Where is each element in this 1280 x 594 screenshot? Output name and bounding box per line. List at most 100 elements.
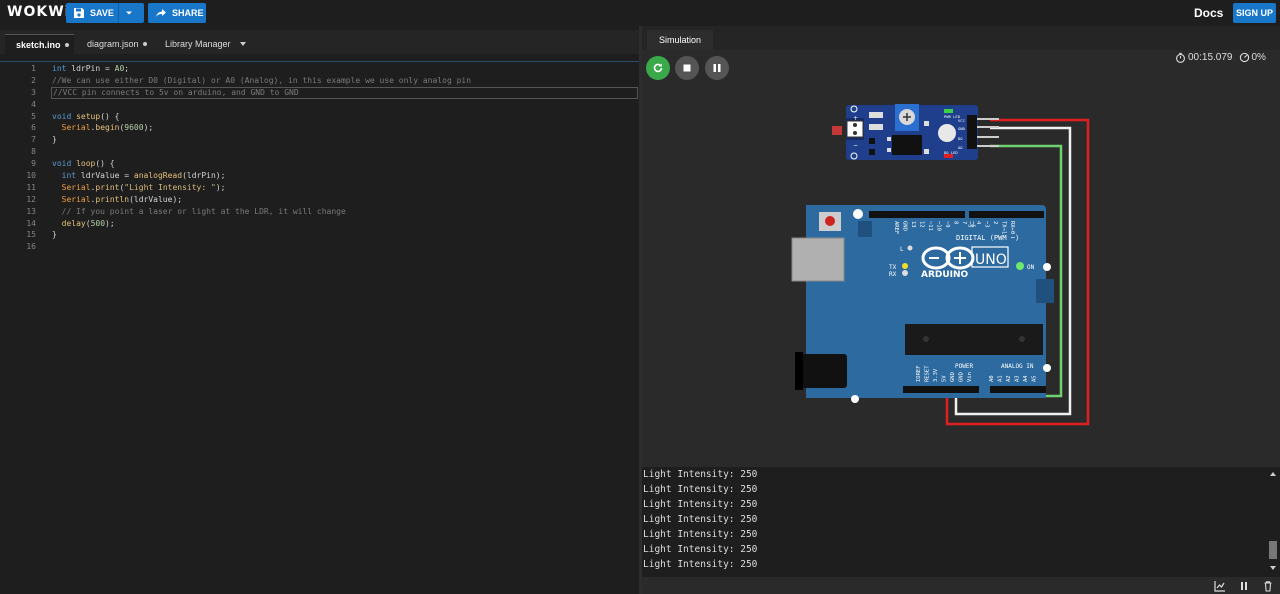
analog-pin-label: A5: [1032, 375, 1038, 382]
code-line[interactable]: 5 void setup() {: [0, 111, 640, 123]
editor-tabs: sketch.ino diagram.json Library Manager: [0, 30, 640, 54]
save-label: SAVE: [90, 8, 114, 18]
analog-pin-label: A2: [1006, 375, 1012, 382]
code-line[interactable]: 1 int ldrPin = A0;: [0, 63, 640, 75]
chevron-down-icon[interactable]: [123, 7, 135, 19]
line-number: 14: [26, 218, 36, 228]
pause-icon: [713, 64, 721, 72]
sensor-pin-label: GND: [958, 126, 966, 131]
code-text: int ldrPin = A0;: [52, 64, 130, 73]
digital-pin-label: 7: [961, 221, 967, 224]
circuit-canvas[interactable]: + − ARDUINOUNO ONTXRXLDIGITAL (PWM ~)POW…: [642, 26, 1280, 466]
ldr-sensor-module: + −: [832, 104, 999, 160]
code-text: delay(500);: [61, 218, 115, 228]
code-line[interactable]: 15}: [0, 229, 640, 241]
unsaved-dot-icon: [142, 42, 147, 46]
on-label: ON: [1027, 264, 1035, 271]
code-line[interactable]: 10 int ldrValue = analogRead(ldrPin);: [0, 170, 640, 182]
code-line[interactable]: 7}: [0, 134, 640, 146]
tab-library-manager[interactable]: Library Manager: [154, 34, 254, 54]
line-number: 10: [26, 171, 36, 181]
code-line[interactable]: 9 void loop() {: [0, 158, 640, 170]
code-line[interactable]: 16: [0, 241, 640, 253]
board-model: UNO: [975, 252, 1007, 268]
code-line[interactable]: 2 //We can use either D0 (Digital) or A0 …: [0, 75, 640, 87]
chevron-down-icon[interactable]: [239, 42, 246, 46]
analog-pin-label: A1: [998, 375, 1004, 382]
docs-link[interactable]: Docs: [1194, 6, 1223, 20]
power-pin-label: Vin: [967, 372, 973, 382]
power-pin-label: GND: [959, 372, 965, 382]
digital-pin-label: ~3: [984, 221, 990, 228]
sensor-pin-label: DO LED: [944, 150, 958, 155]
line-number: 9: [31, 159, 36, 169]
serial-line: Light Intensity: 250: [643, 484, 758, 495]
code-text: void loop() {: [52, 159, 115, 169]
wokwi-logo[interactable]: WOKWi: [7, 4, 70, 20]
trash-icon[interactable]: [1262, 580, 1274, 592]
top-bar: WOKWi SAVE SHARE Docs SIGN UP: [0, 0, 1280, 26]
code-text: }: [52, 135, 57, 145]
code-line[interactable]: 4: [0, 99, 640, 111]
code-text: Serial.print("Light Intensity: ");: [61, 182, 226, 192]
code-line[interactable]: 12 Serial.println(ldrValue);: [0, 194, 640, 206]
stop-icon: [683, 64, 691, 72]
code-line[interactable]: 3 //VCC pin connects to 5v on arduino, an…: [0, 86, 640, 99]
digital-pin-label: ~5: [967, 221, 973, 228]
simulation-panel: Simulation + − ARDUINO UNO ON TX RX L DI…: [642, 26, 1280, 594]
pause-serial-icon[interactable]: [1238, 580, 1250, 592]
line-number: 6: [31, 123, 36, 133]
tab-label: Library Manager: [165, 39, 231, 49]
code-line[interactable]: 6 Serial.begin(9600);: [0, 122, 640, 134]
pause-simulation-button[interactable]: [705, 56, 729, 80]
serial-monitor[interactable]: Light Intensity: 250 Light Intensity: 250…: [642, 467, 1280, 577]
share-button[interactable]: SHARE: [148, 3, 206, 23]
serial-scrollbar[interactable]: [1268, 469, 1278, 573]
svg-text:−: −: [853, 142, 858, 149]
unsaved-dot-icon: [64, 42, 69, 47]
save-button[interactable]: SAVE: [66, 3, 144, 23]
speed-gauge-icon: [1239, 52, 1249, 63]
save-split-divider: [118, 3, 119, 23]
tab-label: sketch.ino: [16, 39, 61, 50]
digital-pin-label: AREF: [893, 221, 899, 234]
digital-pin-label: RX←0: [1009, 221, 1015, 234]
restart-simulation-button[interactable]: [646, 56, 670, 80]
code-line[interactable]: 8: [0, 146, 640, 158]
tab-sketch-ino[interactable]: sketch.ino: [5, 34, 74, 54]
power-label: POWER: [955, 363, 973, 370]
line-number: 3: [31, 87, 36, 97]
code-text: // If you point a laser or light at the …: [61, 206, 346, 216]
cpu-usage: 0%: [1251, 52, 1266, 63]
code-area[interactable]: 1 int ldrPin = A0; 2 //We can use either D0…: [0, 63, 640, 253]
arduino-logo-text: ARDUINO: [921, 270, 969, 280]
code-line[interactable]: 13 // If you point a laser or light at t…: [0, 206, 640, 218]
simulation-timer: 00:15.079 0%: [1175, 52, 1266, 63]
code-line[interactable]: 14 delay(500);: [0, 218, 640, 230]
tab-diagram-json[interactable]: diagram.json: [76, 34, 150, 54]
line-number: 1: [31, 64, 36, 73]
digital-pin-label: 8: [953, 221, 959, 224]
signup-button[interactable]: SIGN UP: [1233, 3, 1276, 23]
digital-label: DIGITAL (PWM ~): [956, 234, 1019, 242]
stop-simulation-button[interactable]: [675, 56, 699, 80]
power-pin-label: 5V: [942, 375, 948, 382]
digital-pin-label: GND: [902, 221, 908, 231]
code-text: int ldrValue = analogRead(ldrPin);: [61, 171, 226, 181]
digital-pin-label: ~11: [927, 221, 933, 231]
digital-pin-label: 13: [910, 221, 916, 228]
line-number: 8: [31, 147, 36, 157]
plotter-icon[interactable]: [1214, 580, 1226, 592]
code-line[interactable]: 11 Serial.print("Light Intensity: ");: [0, 182, 640, 194]
line-number: 11: [26, 182, 36, 192]
code-text: }: [52, 230, 57, 240]
svg-text:+: +: [853, 115, 858, 122]
analog-label: ANALOG IN: [1001, 363, 1034, 370]
tab-label: diagram.json: [87, 39, 139, 49]
serial-line: Light Intensity: 250: [643, 559, 758, 570]
digital-pin-label: 12: [919, 221, 925, 228]
sensor-pin-label: AO: [958, 145, 963, 150]
power-pin-label: 3.3V: [933, 368, 939, 382]
digital-pin-label: ~10: [936, 221, 942, 231]
code-text: //VCC pin connects to 5v on arduino, and…: [51, 86, 638, 99]
